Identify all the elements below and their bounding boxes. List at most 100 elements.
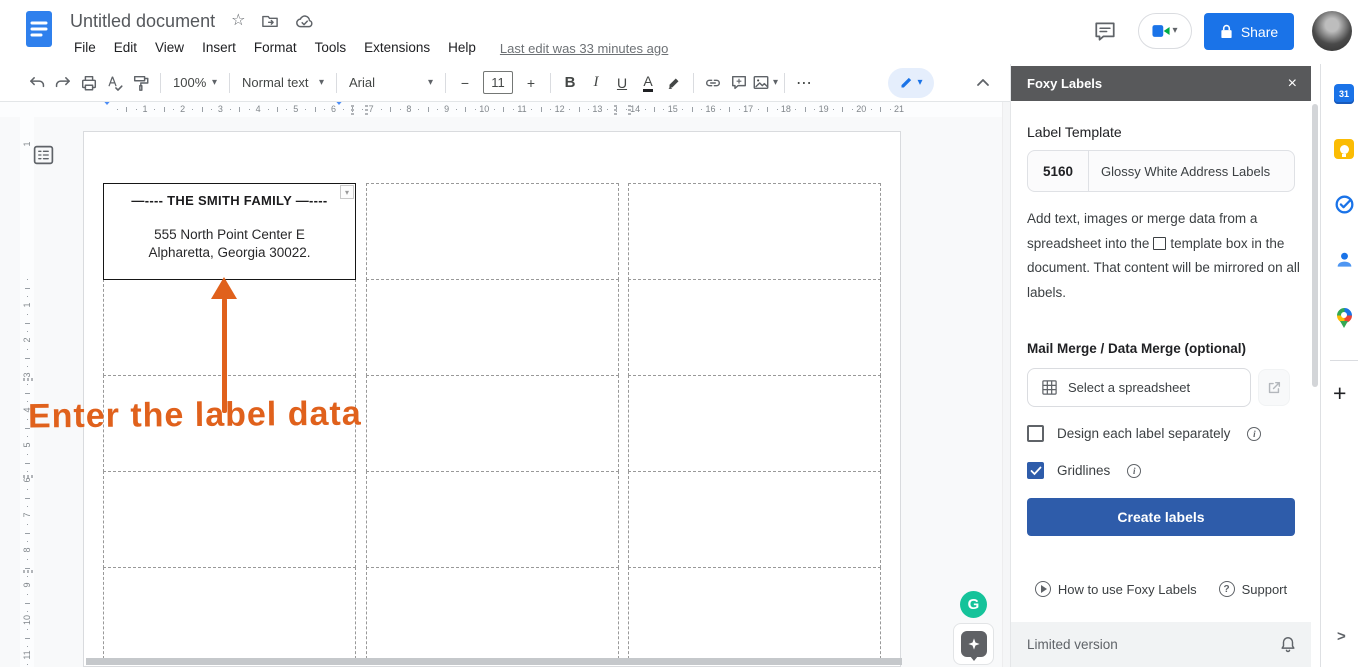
- ruler-tick: [239, 107, 241, 112]
- paragraph-style-select[interactable]: Normal text ▾: [236, 69, 330, 97]
- create-labels-button[interactable]: Create labels: [1027, 498, 1295, 536]
- add-comment-button[interactable]: [726, 69, 752, 97]
- how-to-use-link[interactable]: How to use Foxy Labels: [1034, 581, 1197, 597]
- close-icon[interactable]: ×: [1288, 75, 1297, 92]
- label-cell[interactable]: [103, 471, 356, 568]
- zoom-select[interactable]: 100% ▾: [167, 69, 223, 97]
- ruler-dot: [851, 109, 853, 110]
- increase-font-size-button[interactable]: +: [518, 69, 544, 97]
- account-avatar[interactable]: [1312, 11, 1352, 51]
- horizontal-ruler[interactable]: 1 2 3 4 5 6 7 8 9 10 11 12 13 14 15 16 17 18 19 20 21: [0, 102, 1010, 122]
- document-title[interactable]: Untitled document: [70, 11, 215, 32]
- collapse-panel-chevron-icon[interactable]: >: [1337, 628, 1346, 645]
- underline-button[interactable]: U: [609, 69, 635, 97]
- insert-link-button[interactable]: [700, 69, 726, 97]
- ruler-table-row-mark: [23, 570, 33, 573]
- label-cell[interactable]: [366, 567, 619, 664]
- label-cell[interactable]: [366, 471, 619, 568]
- ruler-dot: [474, 109, 476, 110]
- undo-button[interactable]: [24, 69, 50, 97]
- star-icon[interactable]: ☆: [231, 13, 245, 29]
- ruler-dot: [248, 109, 250, 110]
- label-cell[interactable]: —---- THE SMITH FAMILY —---- 555 North Po…: [103, 183, 356, 280]
- ruler-dot: [625, 109, 627, 110]
- last-edit-link[interactable]: Last edit was 33 minutes ago: [500, 41, 668, 56]
- ruler-dot: [644, 109, 646, 110]
- highlight-color-button[interactable]: [661, 69, 687, 97]
- check-icon: [1030, 466, 1041, 475]
- label-template-selector[interactable]: 5160 Glossy White Address Labels: [1027, 150, 1295, 192]
- google-docs-logo-icon[interactable]: [25, 10, 53, 48]
- menu-item-insert[interactable]: Insert: [193, 36, 245, 60]
- label-cell[interactable]: [366, 279, 619, 376]
- vertical-ruler[interactable]: 1123456789101112: [20, 117, 34, 667]
- right-indent-marker[interactable]: [333, 102, 345, 123]
- ruler-dot: [27, 541, 28, 542]
- calendar-icon[interactable]: 31: [1333, 83, 1355, 105]
- open-spreadsheet-button[interactable]: [1258, 369, 1290, 406]
- label-cell[interactable]: [628, 183, 881, 280]
- show-outline-button[interactable]: [32, 144, 55, 166]
- contacts-icon[interactable]: [1333, 248, 1355, 270]
- label-cell[interactable]: [628, 567, 881, 664]
- decrease-font-size-button[interactable]: −: [452, 69, 478, 97]
- label-cell[interactable]: [103, 567, 356, 664]
- get-addons-plus-icon[interactable]: +: [1333, 382, 1346, 405]
- support-link[interactable]: ? Support: [1218, 581, 1287, 597]
- ruler-dot: [361, 109, 363, 110]
- label-cell[interactable]: [366, 183, 619, 280]
- ruler-tick: [691, 107, 693, 112]
- font-size-input[interactable]: 11: [483, 71, 513, 94]
- cloud-saved-icon[interactable]: [295, 14, 314, 29]
- info-icon[interactable]: i: [1127, 463, 1142, 478]
- label-cell[interactable]: [366, 375, 619, 472]
- menu-item-file[interactable]: File: [65, 36, 105, 60]
- ruler-table-column-mark: [628, 105, 631, 115]
- italic-button[interactable]: I: [583, 69, 609, 97]
- menu-item-tools[interactable]: Tools: [306, 36, 356, 60]
- maps-icon[interactable]: [1333, 304, 1355, 328]
- grammarly-widget[interactable]: G: [960, 591, 987, 618]
- document-horizontal-scrollbar[interactable]: [86, 658, 902, 665]
- menu-item-format[interactable]: Format: [245, 36, 306, 60]
- move-to-folder-icon[interactable]: [261, 13, 279, 29]
- left-indent-marker[interactable]: [101, 102, 113, 123]
- hide-menus-button[interactable]: [970, 69, 996, 97]
- share-button[interactable]: Share: [1204, 13, 1294, 50]
- tasks-icon[interactable]: [1333, 193, 1355, 215]
- info-icon[interactable]: i: [1247, 426, 1262, 441]
- print-button[interactable]: [76, 69, 102, 97]
- spell-check-button[interactable]: [102, 69, 128, 97]
- sidebar-scrollbar-thumb[interactable]: [1312, 104, 1318, 387]
- sidebar-help-links: How to use Foxy Labels ? Support: [1011, 581, 1311, 597]
- toolbar-divider: [784, 72, 786, 93]
- font-select[interactable]: Arial ▾: [343, 69, 439, 97]
- redo-button[interactable]: [50, 69, 76, 97]
- menu-item-edit[interactable]: Edit: [105, 36, 146, 60]
- design-separately-checkbox[interactable]: [1027, 425, 1044, 442]
- open-comment-history-icon[interactable]: [1093, 20, 1117, 43]
- text-color-button[interactable]: A: [635, 69, 661, 97]
- join-call-button[interactable]: ▾: [1138, 13, 1192, 49]
- addon-quick-access-button[interactable]: [953, 623, 994, 665]
- label-cell[interactable]: [628, 279, 881, 376]
- menu-item-help[interactable]: Help: [439, 36, 485, 60]
- notifications-bell-icon[interactable]: [1279, 635, 1297, 654]
- label-address-line: 555 North Point Center E: [154, 227, 305, 242]
- help-circle-icon: ?: [1218, 581, 1235, 597]
- paint-format-button[interactable]: [128, 69, 154, 97]
- bold-button[interactable]: B: [557, 69, 583, 97]
- keep-icon[interactable]: [1333, 138, 1355, 160]
- select-spreadsheet-button[interactable]: Select a spreadsheet: [1027, 368, 1251, 407]
- ruler-tick: [729, 107, 731, 112]
- menu-item-view[interactable]: View: [146, 36, 193, 60]
- label-cell[interactable]: [628, 375, 881, 472]
- gridlines-checkbox[interactable]: [1027, 462, 1044, 479]
- cell-dropdown[interactable]: ▾: [340, 185, 354, 199]
- document-vertical-scrollbar[interactable]: [1002, 102, 1010, 667]
- editing-mode-select[interactable]: ▾: [888, 67, 934, 98]
- more-toolbar-options-button[interactable]: ⋯: [791, 69, 817, 97]
- insert-image-button[interactable]: ▾: [752, 69, 778, 97]
- label-cell[interactable]: [628, 471, 881, 568]
- menu-item-extensions[interactable]: Extensions: [355, 36, 439, 60]
